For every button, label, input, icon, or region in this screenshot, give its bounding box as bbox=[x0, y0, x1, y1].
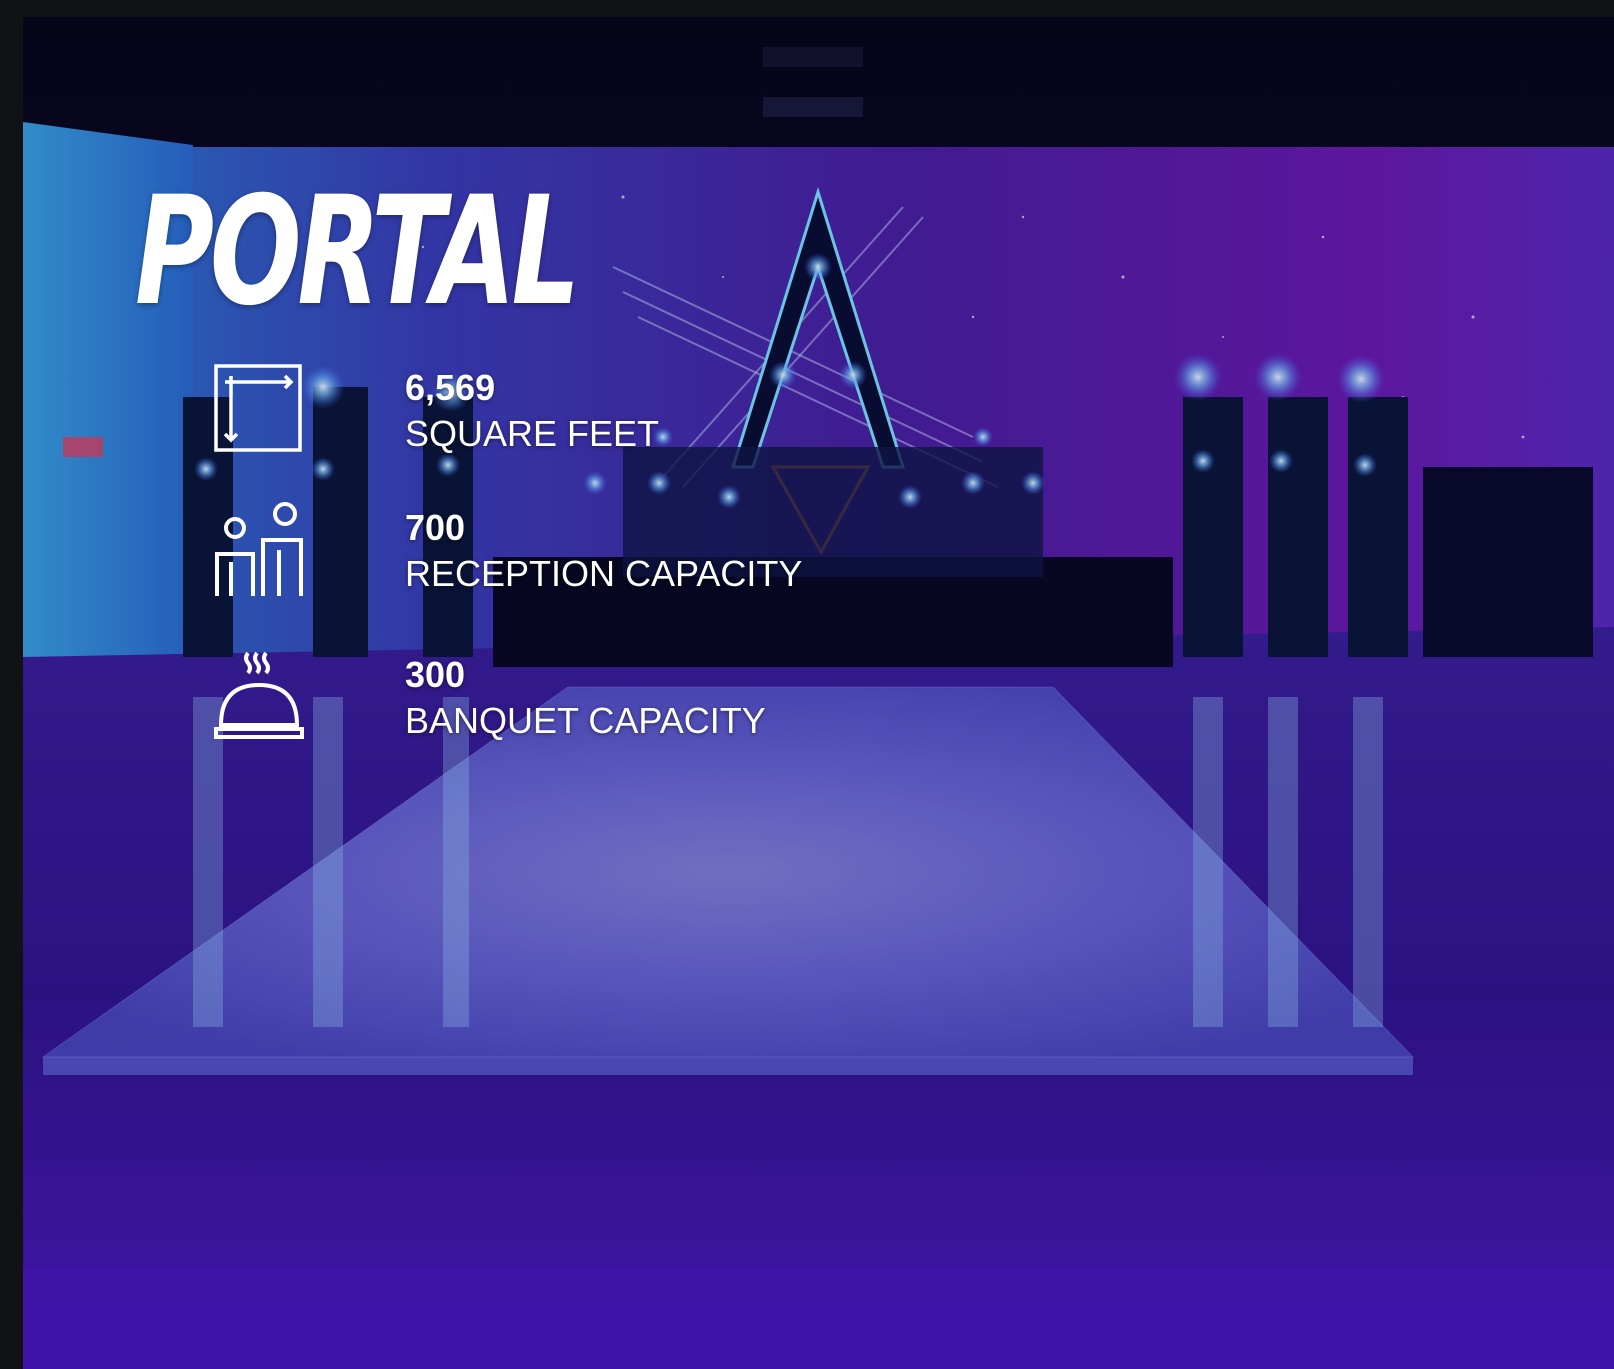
banquet-capacity-value: 300 bbox=[405, 654, 466, 695]
floor-plan-dimensions-icon bbox=[213, 362, 305, 462]
banquet-capacity-label: BANQUET CAPACITY bbox=[405, 700, 766, 741]
stat-square-feet: 6,569 SQUARE FEET bbox=[213, 362, 853, 472]
venue-title: PORTAL bbox=[135, 165, 580, 339]
stat-banquet-capacity: 300 BANQUET CAPACITY bbox=[213, 649, 853, 759]
venue-photo: PORTAL 6,569 SQUARE FEET 700 RECEPTION C… bbox=[23, 17, 1614, 1369]
people-icon bbox=[213, 502, 305, 602]
food-cloche-icon bbox=[213, 649, 305, 749]
reception-capacity-value: 700 bbox=[405, 507, 466, 548]
stat-reception-capacity: 700 RECEPTION CAPACITY bbox=[213, 502, 853, 612]
square-feet-label: SQUARE FEET bbox=[405, 413, 660, 454]
image-frame: PORTAL 6,569 SQUARE FEET 700 RECEPTION C… bbox=[0, 0, 1614, 1369]
reception-capacity-label: RECEPTION CAPACITY bbox=[405, 553, 803, 594]
square-feet-value: 6,569 bbox=[405, 367, 496, 408]
